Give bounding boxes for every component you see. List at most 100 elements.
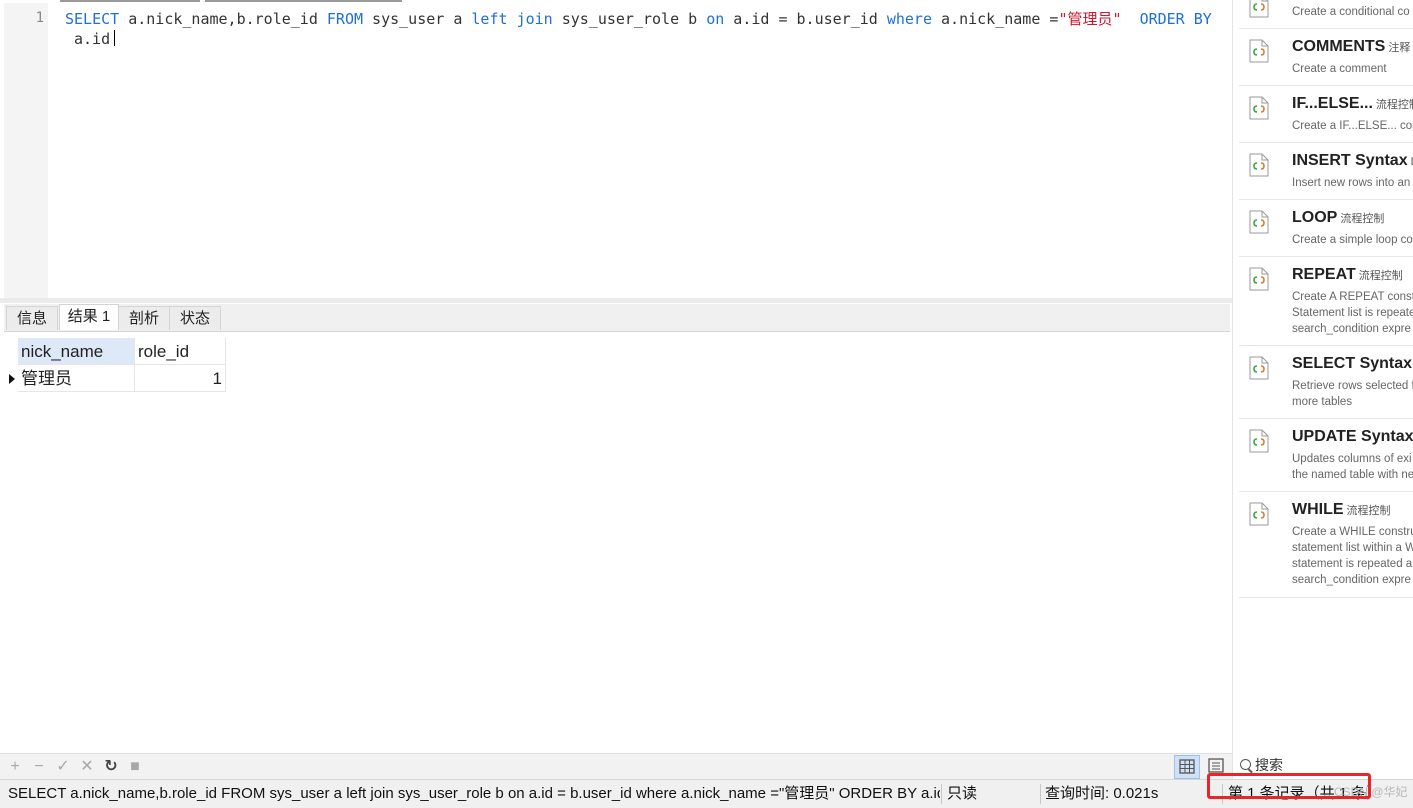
snippet-description: Create a WHILE constru [1292, 526, 1413, 538]
discard-changes-button[interactable]: ✕ [78, 758, 96, 776]
row-indicator[interactable] [4, 365, 18, 392]
snippet-category-tag: 注释 [1388, 42, 1411, 54]
status-divider [1040, 784, 1041, 804]
snippet-item[interactable]: UPDATE Syntax Updates columns of exi the n… [1239, 418, 1413, 492]
grid-view-icon [1179, 759, 1195, 774]
table-cell-role-id[interactable]: 1 [135, 365, 226, 392]
snippet-item[interactable]: IF...ELSE...流程控制 Create a IF...ELSE... co… [1239, 85, 1413, 143]
sql-text: a.id = b.user_id [724, 10, 887, 28]
snippet-description: more tables [1292, 396, 1353, 408]
sql-string: "管理员" [1058, 10, 1122, 28]
snippet-file-icon [1249, 429, 1269, 453]
result-grid: nick_name role_id 管理员 1 [4, 332, 1230, 752]
apply-changes-button[interactable]: ✓ [54, 758, 72, 776]
snippet-title: INSERT SyntaxD [1292, 152, 1413, 170]
snippet-item[interactable]: LOOP 流程控制 Create a simple loop co [1239, 199, 1413, 257]
snippet-title: SELECT SyntaxD [1292, 355, 1413, 373]
snippet-item[interactable]: REPEAT 流程控制 Create A REPEAT constr Statemen… [1239, 256, 1413, 346]
editor-result-splitter[interactable] [0, 298, 1232, 303]
sql-keyword: where [886, 10, 932, 28]
sql-text: a.nick_name = [932, 10, 1059, 28]
snippet-category-tag: 流程控制 [1358, 270, 1403, 282]
snippet-item[interactable]: WHILE 流程控制 Create a WHILE constru statement… [1239, 491, 1413, 598]
snippet-file-icon [1249, 39, 1269, 63]
snippet-title: IF...ELSE...流程控制 [1292, 95, 1413, 113]
snippet-description: Create a comment [1292, 63, 1387, 75]
sql-line-2[interactable]: a.id [65, 30, 116, 48]
snippet-item[interactable]: INSERT SyntaxD Insert new rows into an [1239, 142, 1413, 200]
snippet-file-icon [1249, 210, 1269, 234]
add-record-button[interactable]: + [6, 758, 24, 776]
snippet-title: WHILE 流程控制 [1292, 501, 1391, 519]
snippet-title-text: COMMENTS [1292, 38, 1386, 55]
line-number: 1 [35, 10, 44, 26]
sql-line-1[interactable]: SELECT a.nick_name,b.role_id FROM sys_us… [65, 10, 1212, 28]
snippet-title: UPDATE Syntax [1292, 428, 1413, 446]
snippet-description: the named table with ne [1292, 469, 1413, 481]
snippet-description: Create a conditional co [1292, 6, 1410, 18]
snippet-item[interactable]: Create a conditional co [1239, 0, 1413, 29]
watermark: CSDN @华妃 [1334, 785, 1408, 799]
snippet-description: Statement list is repeate [1292, 307, 1413, 319]
editor-tab-remnant[interactable] [60, 0, 200, 2]
sql-keyword: join [516, 10, 553, 28]
snippet-title: LOOP 流程控制 [1292, 209, 1384, 227]
tab-result-1[interactable]: 结果 1 [59, 304, 119, 330]
editor-tab-remnant[interactable] [205, 0, 402, 2]
sql-editor[interactable]: 1 SELECT a.nick_name,b.role_id FROM sys_… [0, 3, 1230, 298]
search-icon [1240, 759, 1251, 770]
column-header-nick-name[interactable]: nick_name [18, 338, 135, 365]
snippet-file-icon [1249, 0, 1269, 18]
snippet-description: Insert new rows into an [1292, 177, 1411, 189]
snippet-title-text: WHILE [1292, 501, 1344, 518]
search-label: 搜索 [1255, 757, 1283, 773]
sql-keyword: FROM [326, 10, 364, 28]
status-read-only: 只读 [947, 785, 978, 802]
sql-keyword: on [706, 10, 725, 28]
snippet-search[interactable]: 搜索 [1240, 755, 1283, 775]
snippet-title-text: UPDATE Syntax [1292, 428, 1413, 445]
snippet-file-icon [1249, 356, 1269, 380]
sql-line-2-text: a.id [74, 30, 111, 48]
delete-record-button[interactable]: − [30, 758, 48, 776]
snippet-description: statement list within a W [1292, 542, 1413, 554]
line-number-gutter: 1 [4, 3, 48, 298]
tab-info[interactable]: 信息 [6, 306, 58, 330]
snippet-description: Retrieve rows selected f [1292, 380, 1413, 392]
snippet-category-tag: 流程控制 [1346, 505, 1391, 517]
snippet-title: REPEAT 流程控制 [1292, 266, 1403, 284]
table-cell-nick-name[interactable]: 管理员 [18, 365, 135, 392]
result-tabs: 信息 结果 1 剖析 状态 [4, 304, 1230, 332]
snippet-description: Create A REPEAT constr [1292, 291, 1413, 303]
snippet-title-text: INSERT Syntax [1292, 152, 1408, 169]
snippet-title-text: IF...ELSE... [1292, 95, 1373, 112]
snippet-panel: Create a conditional co COMMENTS 注释 Create … [1232, 0, 1413, 779]
snippet-description: search_condition expre [1292, 323, 1411, 335]
snippet-description: Create a simple loop co [1292, 234, 1413, 246]
snippet-title-text: REPEAT [1292, 266, 1356, 283]
status-bar: SELECT a.nick_name,b.role_id FROM sys_us… [0, 779, 1413, 808]
snippet-title-text: SELECT Syntax [1292, 355, 1413, 372]
snippet-item[interactable]: COMMENTS 注释 Create a comment [1239, 28, 1413, 86]
snippet-category-tag: 流程控制 [1375, 99, 1413, 111]
tab-status[interactable]: 状态 [169, 306, 221, 330]
snippet-item[interactable]: SELECT SyntaxD Retrieve rows selected f mo… [1239, 345, 1413, 419]
snippet-file-icon [1249, 502, 1269, 526]
status-divider [941, 784, 942, 804]
snippet-description: Updates columns of exi [1292, 453, 1412, 465]
column-header-role-id[interactable]: role_id [135, 338, 226, 365]
snippet-description: Create a IF...ELSE... cons [1292, 120, 1413, 132]
refresh-button[interactable]: ↻ [102, 758, 120, 776]
stop-button[interactable]: ■ [126, 758, 144, 776]
snippet-description: search_condition expre [1292, 574, 1411, 586]
sql-code[interactable]: SELECT a.nick_name,b.role_id FROM sys_us… [65, 9, 1212, 49]
sql-text: sys_user a [363, 10, 472, 28]
text-caret [114, 30, 116, 46]
grid-view-button[interactable] [1174, 755, 1200, 779]
snippet-file-icon [1249, 267, 1269, 291]
tab-profile[interactable]: 剖析 [118, 306, 170, 330]
sql-text: sys_user_role b [552, 10, 707, 28]
sql-keyword: SELECT [65, 10, 120, 28]
